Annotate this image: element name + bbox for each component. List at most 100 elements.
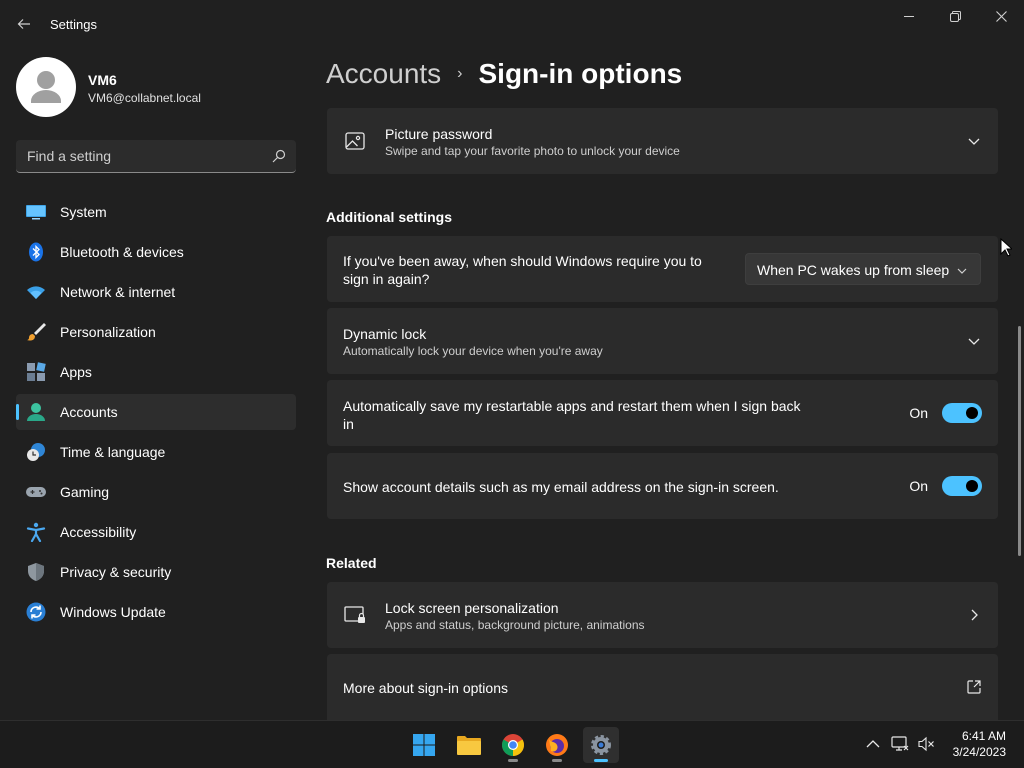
toggle-knob xyxy=(966,407,978,419)
running-indicator xyxy=(594,759,608,762)
start-button[interactable] xyxy=(406,727,442,763)
toggle-knob xyxy=(966,480,978,492)
file-explorer-icon xyxy=(457,736,481,755)
profile-email: VM6@collabnet.local xyxy=(88,91,201,105)
chevron-up-icon[interactable] xyxy=(864,735,882,753)
lock-screen-icon xyxy=(344,606,365,623)
dropdown-value: When PC wakes up from sleep xyxy=(757,262,950,278)
sidebar-nav: System Bluetooth & devices Network & int… xyxy=(16,194,296,634)
user-avatar-icon xyxy=(31,71,61,103)
account-details-toggle-group: On xyxy=(909,476,982,496)
breadcrumb-parent[interactable]: Accounts xyxy=(326,58,441,90)
card-title: Dynamic lock xyxy=(343,326,427,342)
toggle-state-label: On xyxy=(909,478,928,494)
dynamic-lock-card[interactable]: Dynamic lock Automatically lock your dev… xyxy=(327,308,998,374)
more-about-signin-card[interactable]: More about sign-in options xyxy=(327,654,998,720)
sidebar-item-label: Apps xyxy=(60,364,92,380)
section-heading-additional: Additional settings xyxy=(326,209,452,225)
update-icon xyxy=(26,602,46,622)
setting-label: Show account details such as my email ad… xyxy=(343,479,779,495)
card-subtitle: Automatically lock your device when you'… xyxy=(343,344,603,358)
minimize-button[interactable] xyxy=(886,0,932,32)
card-title: More about sign-in options xyxy=(343,680,508,696)
sidebar-item-label: Accounts xyxy=(60,404,118,420)
restore-icon xyxy=(949,10,961,22)
chevron-down-icon xyxy=(957,268,967,274)
sidebar-item-system[interactable]: System xyxy=(16,194,296,230)
restore-button[interactable] xyxy=(932,0,978,32)
setting-label-line2: sign in again? xyxy=(343,271,430,287)
lock-screen-personalization-card[interactable]: Lock screen personalization Apps and sta… xyxy=(327,582,998,648)
search-input[interactable] xyxy=(16,140,256,171)
chevron-right-icon xyxy=(971,609,978,621)
picture-password-card[interactable]: Picture password Swipe and tap your favo… xyxy=(327,108,998,174)
page-title: Sign-in options xyxy=(478,58,683,89)
firefox-icon xyxy=(546,734,568,756)
taskbar-settings[interactable] xyxy=(583,727,619,763)
bluetooth-icon xyxy=(29,242,43,262)
close-button[interactable] xyxy=(978,0,1024,32)
user-profile[interactable]: VM6 VM6@collabnet.local xyxy=(16,57,296,117)
chrome-icon xyxy=(502,734,524,756)
settings-gear-icon xyxy=(591,735,611,755)
system-icon xyxy=(26,205,46,220)
taskbar: 6:41 AM 3/24/2023 xyxy=(0,720,1024,768)
chevron-down-icon xyxy=(968,138,980,145)
sidebar-item-bluetooth[interactable]: Bluetooth & devices xyxy=(16,234,296,270)
sidebar-item-windows-update[interactable]: Windows Update xyxy=(16,594,296,630)
sidebar-item-label: Windows Update xyxy=(60,604,166,620)
volume-muted-icon[interactable] xyxy=(917,735,935,753)
taskbar-clock[interactable]: 6:41 AM 3/24/2023 xyxy=(953,728,1006,760)
sidebar-item-label: Bluetooth & devices xyxy=(60,244,184,260)
brush-icon xyxy=(27,323,46,341)
sidebar-item-label: Network & internet xyxy=(60,284,176,300)
sidebar-item-apps[interactable]: Apps xyxy=(16,354,296,390)
setting-label-line2: in xyxy=(343,416,354,432)
scrollbar-thumb[interactable] xyxy=(1018,326,1021,556)
picture-icon xyxy=(345,132,365,150)
avatar xyxy=(16,57,76,117)
setting-label-line1: If you've been away, when should Windows… xyxy=(343,253,702,269)
chevron-down-icon xyxy=(968,338,980,345)
restart-apps-toggle-group: On xyxy=(909,403,982,423)
account-details-card: Show account details such as my email ad… xyxy=(327,453,998,519)
breadcrumb: Accounts › Sign-in options xyxy=(326,58,682,90)
sidebar-item-privacy-security[interactable]: Privacy & security xyxy=(16,554,296,590)
card-subtitle: Apps and status, background picture, ani… xyxy=(385,618,645,632)
minimize-icon xyxy=(904,16,914,17)
restart-apps-toggle[interactable] xyxy=(942,403,982,423)
external-link-icon xyxy=(967,680,981,694)
accounts-icon xyxy=(27,403,45,421)
setting-label-line1: Automatically save my restartable apps a… xyxy=(343,398,801,414)
network-icon[interactable] xyxy=(891,735,909,753)
sidebar-item-time-language[interactable]: Time & language xyxy=(16,434,296,470)
app-title: Settings xyxy=(50,17,97,32)
sidebar-item-personalization[interactable]: Personalization xyxy=(16,314,296,350)
back-button[interactable] xyxy=(10,12,38,36)
require-signin-dropdown[interactable]: When PC wakes up from sleep xyxy=(745,253,981,285)
clock-time: 6:41 AM xyxy=(961,729,1006,743)
sidebar-item-gaming[interactable]: Gaming xyxy=(16,474,296,510)
sidebar-item-accessibility[interactable]: Accessibility xyxy=(16,514,296,550)
arrow-left-icon xyxy=(17,19,30,29)
taskbar-chrome[interactable] xyxy=(495,727,531,763)
card-title: Picture password xyxy=(385,126,493,142)
clock-globe-icon xyxy=(27,443,45,461)
running-indicator xyxy=(508,759,518,762)
accessibility-icon xyxy=(26,522,46,542)
card-subtitle: Swipe and tap your favorite photo to unl… xyxy=(385,144,680,158)
sidebar-item-label: Personalization xyxy=(60,324,156,340)
toggle-state-label: On xyxy=(909,405,928,421)
sidebar-item-label: Privacy & security xyxy=(60,564,172,580)
search-icon[interactable] xyxy=(272,149,286,163)
apps-icon xyxy=(27,362,46,381)
sidebar-item-accounts[interactable]: Accounts xyxy=(16,394,296,430)
wifi-icon xyxy=(27,286,45,299)
taskbar-file-explorer[interactable] xyxy=(451,727,487,763)
windows-start-icon xyxy=(413,734,435,756)
sidebar-item-network[interactable]: Network & internet xyxy=(16,274,296,310)
sidebar-item-label: Accessibility xyxy=(60,524,137,540)
sidebar-item-label: Gaming xyxy=(60,484,110,500)
account-details-toggle[interactable] xyxy=(942,476,982,496)
taskbar-firefox[interactable] xyxy=(539,727,575,763)
